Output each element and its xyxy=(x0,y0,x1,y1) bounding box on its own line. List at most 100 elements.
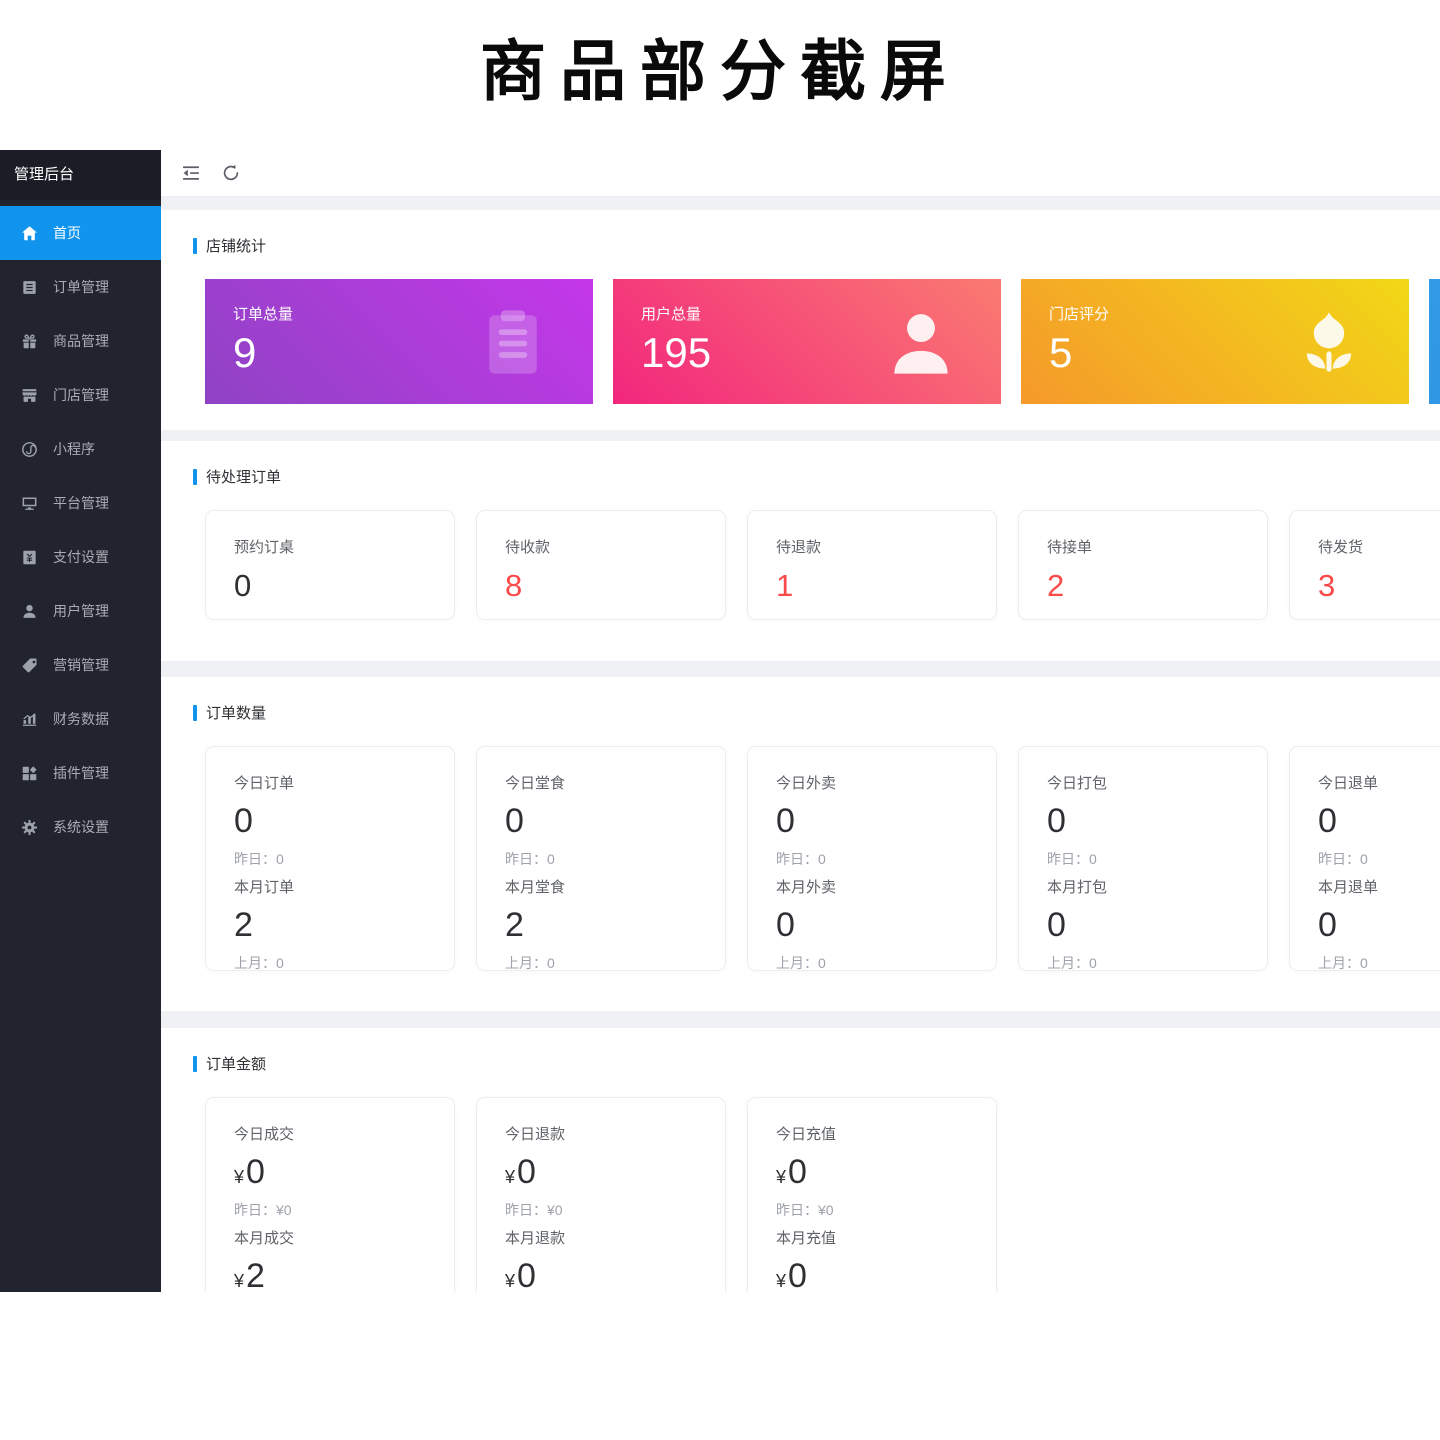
stat-card-user-total: 用户总量 195 xyxy=(613,279,1001,404)
clipboard-icon xyxy=(475,304,551,380)
page-title: 商品部分截屏 xyxy=(0,18,1440,114)
count-last-month: 上月：0 xyxy=(1318,953,1440,973)
pending-card-ship: 待发货 3 xyxy=(1289,510,1440,620)
section-order-counts: 订单数量 今日订单 0 昨日：0 本月订单 2 上月：0 今日堂食 0 昨日：0 xyxy=(161,677,1440,1011)
section-title: 待处理订单 xyxy=(193,466,1440,487)
sidebar-menu: 首页 订单管理 商品管理 门店管理 xyxy=(0,200,161,854)
pending-value: 1 xyxy=(776,570,996,601)
refresh-icon[interactable] xyxy=(221,163,241,183)
count-card-packaging: 今日打包 0 昨日：0 本月打包 0 上月：0 xyxy=(1018,746,1268,971)
amount-yesterday: 昨日：¥0 xyxy=(505,1200,725,1220)
sidebar-item-orders[interactable]: 订单管理 xyxy=(0,260,161,314)
sidebar-item-settings[interactable]: 系统设置 xyxy=(0,800,161,854)
count-today-value: 0 xyxy=(1047,804,1267,838)
count-month-label: 本月堂食 xyxy=(505,876,725,897)
sidebar-item-finance[interactable]: 财务数据 xyxy=(0,692,161,746)
count-yesterday: 昨日：0 xyxy=(234,849,454,869)
count-month-value: 0 xyxy=(1318,908,1440,942)
home-icon xyxy=(21,225,38,242)
count-month-label: 本月打包 xyxy=(1047,876,1267,897)
pending-label: 待发货 xyxy=(1318,536,1440,557)
count-last-month: 上月：0 xyxy=(776,953,996,973)
count-month-label: 本月订单 xyxy=(234,876,454,897)
pending-value: 3 xyxy=(1318,570,1440,601)
count-today-label: 今日订单 xyxy=(234,772,454,793)
sidebar-item-label: 平台管理 xyxy=(53,493,109,513)
amount-today-label: 今日退款 xyxy=(505,1123,725,1144)
sidebar-item-users[interactable]: 用户管理 xyxy=(0,584,161,638)
section-order-amounts: 订单金额 今日成交 ¥0 昨日：¥0 本月成交 ¥2 上月：¥0 今日退款 ¥0… xyxy=(161,1028,1440,1292)
amount-today-value: ¥0 xyxy=(234,1155,454,1189)
amount-month-label: 本月退款 xyxy=(505,1227,725,1248)
toolbar xyxy=(161,150,1440,197)
count-today-value: 0 xyxy=(776,804,996,838)
count-month-value: 2 xyxy=(505,908,725,942)
sidebar-item-label: 商品管理 xyxy=(53,331,109,351)
count-last-month: 上月：0 xyxy=(234,953,454,973)
section-title: 订单数量 xyxy=(193,702,1440,723)
currency-symbol: ¥ xyxy=(776,1271,786,1291)
pending-card-refund: 待退款 1 xyxy=(747,510,997,620)
amount-yesterday: 昨日：¥0 xyxy=(776,1200,996,1220)
count-today-label: 今日退单 xyxy=(1318,772,1440,793)
order-icon xyxy=(21,279,38,296)
count-yesterday: 昨日：0 xyxy=(1047,849,1267,869)
count-card-dinein: 今日堂食 0 昨日：0 本月堂食 2 上月：0 xyxy=(476,746,726,971)
shop-stats-row: 订单总量 9 用户总量 195 门店评分 5 xyxy=(205,279,1440,404)
currency-symbol: ¥ xyxy=(505,1167,515,1187)
sidebar-item-label: 系统设置 xyxy=(53,817,109,837)
order-counts-row: 今日订单 0 昨日：0 本月订单 2 上月：0 今日堂食 0 昨日：0 本月堂食… xyxy=(205,746,1440,971)
sidebar-item-home[interactable]: 首页 xyxy=(0,206,161,260)
currency-symbol: ¥ xyxy=(234,1167,244,1187)
pending-card-payment: 待收款 8 xyxy=(476,510,726,620)
section-pending-orders: 待处理订单 预约订桌 0 待收款 8 待退款 1 待接单 xyxy=(161,441,1440,661)
count-card-returns: 今日退单 0 昨日：0 本月退单 0 上月：0 xyxy=(1289,746,1440,971)
sidebar-item-label: 营销管理 xyxy=(53,655,109,675)
sidebar: 管理后台 首页 订单管理 商品管理 xyxy=(0,150,161,1292)
amount-month-value: ¥0 xyxy=(505,1259,725,1292)
count-today-value: 0 xyxy=(1318,804,1440,838)
sidebar-item-platform[interactable]: 平台管理 xyxy=(0,476,161,530)
sidebar-item-marketing[interactable]: 营销管理 xyxy=(0,638,161,692)
plugin-icon xyxy=(21,765,38,782)
currency-symbol: ¥ xyxy=(505,1271,515,1291)
platform-icon xyxy=(21,495,38,512)
count-month-value: 0 xyxy=(1047,908,1267,942)
count-month-value: 0 xyxy=(776,908,996,942)
amount-yesterday: 昨日：¥0 xyxy=(234,1200,454,1220)
sidebar-item-label: 财务数据 xyxy=(53,709,109,729)
amount-card-sales: 今日成交 ¥0 昨日：¥0 本月成交 ¥2 上月：¥0 xyxy=(205,1097,455,1292)
currency-symbol: ¥ xyxy=(234,1271,244,1291)
pending-label: 预约订桌 xyxy=(234,536,454,557)
sidebar-item-label: 小程序 xyxy=(53,439,95,459)
user-icon xyxy=(21,603,38,620)
sidebar-item-payment[interactable]: 支付设置 xyxy=(0,530,161,584)
sidebar-item-label: 用户管理 xyxy=(53,601,109,621)
brand-title: 管理后台 xyxy=(0,150,161,200)
collapse-sidebar-icon[interactable] xyxy=(181,163,201,183)
settings-icon xyxy=(21,819,38,836)
count-today-label: 今日打包 xyxy=(1047,772,1267,793)
sidebar-item-miniprogram[interactable]: 小程序 xyxy=(0,422,161,476)
count-today-label: 今日外卖 xyxy=(776,772,996,793)
section-shop-stats: 店铺统计 订单总量 9 用户总量 195 门店评分 5 xyxy=(161,210,1440,430)
amount-today-value: ¥0 xyxy=(505,1155,725,1189)
stat-card-partial xyxy=(1429,279,1440,404)
amount-card-refunds: 今日退款 ¥0 昨日：¥0 本月退款 ¥0 上月：¥0 xyxy=(476,1097,726,1292)
currency-symbol: ¥ xyxy=(776,1167,786,1187)
count-today-value: 0 xyxy=(505,804,725,838)
amount-card-recharge: 今日充值 ¥0 昨日：¥0 本月充值 ¥0 上月：¥0 xyxy=(747,1097,997,1292)
amount-month-value: ¥0 xyxy=(776,1259,996,1292)
sidebar-item-label: 插件管理 xyxy=(53,763,109,783)
sidebar-item-label: 支付设置 xyxy=(53,547,109,567)
marketing-icon xyxy=(21,657,38,674)
miniprogram-icon xyxy=(21,441,38,458)
sidebar-item-stores[interactable]: 门店管理 xyxy=(0,368,161,422)
sidebar-item-products[interactable]: 商品管理 xyxy=(0,314,161,368)
count-month-value: 2 xyxy=(234,908,454,942)
amount-month-label: 本月成交 xyxy=(234,1227,454,1248)
stat-card-order-total: 订单总量 9 xyxy=(205,279,593,404)
pending-card-accept: 待接单 2 xyxy=(1018,510,1268,620)
count-yesterday: 昨日：0 xyxy=(1318,849,1440,869)
sidebar-item-plugins[interactable]: 插件管理 xyxy=(0,746,161,800)
